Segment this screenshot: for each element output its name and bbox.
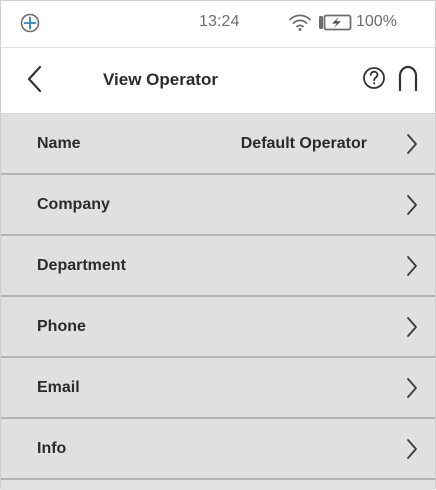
battery-charging-icon [319,14,352,31]
list-item-label: Info [37,440,67,457]
list-item-label: Email [37,379,80,396]
list-item-label: Company [37,196,110,213]
status-time: 13:24 [199,13,240,30]
globe-plus-icon [20,13,40,33]
wifi-icon [289,14,311,31]
list-item-label: Department [37,257,126,274]
list-item-name[interactable]: Name Default Operator [1,114,435,175]
chevron-right-icon [407,256,417,276]
chevron-right-icon [407,195,417,215]
chevron-right-icon [407,317,417,337]
list-item-company[interactable]: Company [1,175,435,236]
home-arch-icon[interactable] [397,65,419,92]
chevron-right-icon [407,439,417,459]
back-button[interactable] [23,64,45,94]
page-title: View Operator [103,70,218,89]
list-item-department[interactable]: Department [1,236,435,297]
list-item-label: Name [37,135,81,152]
status-bar: 13:24 100% [1,1,435,48]
operator-details-list: Name Default Operator Company Department… [1,114,435,490]
list-item-label: Phone [37,318,86,335]
chevron-right-icon [407,134,417,154]
page-header: View Operator [1,48,435,114]
list-item-value: Default Operator [240,135,367,152]
help-circle-icon[interactable] [362,66,386,90]
device-screen: 13:24 100% View Operator Name Default Op… [0,0,436,490]
list-item-info[interactable]: Info [1,419,435,480]
battery-percent: 100% [356,13,397,30]
list-item-phone[interactable]: Phone [1,297,435,358]
chevron-right-icon [407,378,417,398]
list-item-email[interactable]: Email [1,358,435,419]
